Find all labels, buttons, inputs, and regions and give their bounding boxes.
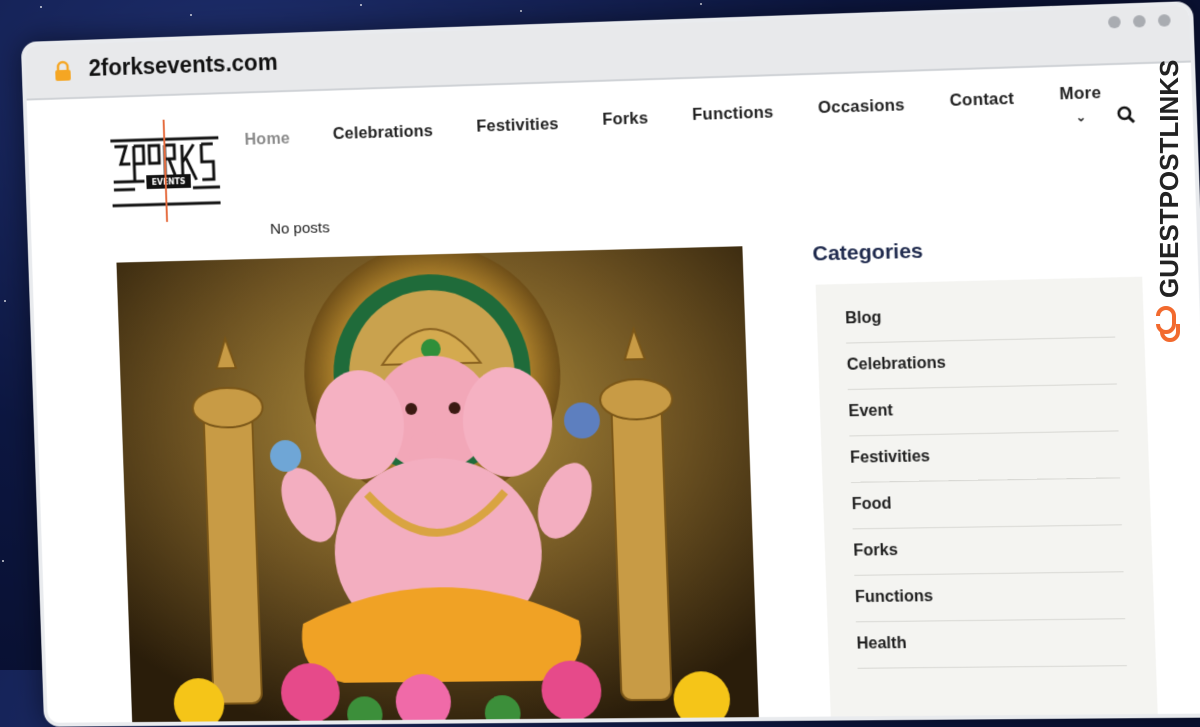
categories-heading: Categories [812,239,924,266]
lock-icon [52,60,74,81]
window-dot[interactable] [1107,15,1121,29]
nav-occasions[interactable]: Occasions [818,96,905,118]
no-posts-text: No posts [269,219,330,238]
main-nav: Home Celebrations Festivities Forks Func… [244,84,1148,150]
browser-window: 2forksevents.com EVENTS Home Celebration… [20,1,1200,727]
browser-mockup: 2forksevents.com EVENTS Home Celebration… [20,1,1200,727]
nav-home[interactable]: Home [244,130,290,150]
category-functions[interactable]: Functions [854,571,1126,623]
guestpostlinks-watermark: GUESTPOSTLINKS [1154,60,1184,342]
category-food[interactable]: Food [850,477,1122,530]
chevron-down-icon: ⌄ [1075,109,1087,125]
nav-functions[interactable]: Functions [692,103,774,125]
nav-forks[interactable]: Forks [602,109,649,129]
link-icon [1156,306,1180,342]
search-icon[interactable] [1116,105,1135,124]
nav-festivities[interactable]: Festivities [476,115,559,136]
window-controls [1107,14,1171,29]
hero-image [116,246,759,725]
category-health[interactable]: Health [855,618,1127,669]
url-text[interactable]: 2forksevents.com [88,49,278,82]
window-dot[interactable] [1157,14,1171,27]
watermark-text: GUESTPOSTLINKS [1154,60,1184,298]
category-blog[interactable]: Blog [844,289,1116,344]
nav-contact[interactable]: Contact [949,90,1014,111]
nav-celebrations[interactable]: Celebrations [332,122,433,144]
categories-list: Blog Celebrations Event Festivities Food… [815,276,1158,719]
nav-more-label: More [1059,83,1102,104]
category-event[interactable]: Event [847,383,1119,437]
category-celebrations[interactable]: Celebrations [846,336,1117,391]
nav-more[interactable]: More ⌄ [1059,84,1102,125]
window-dot[interactable] [1132,14,1146,28]
category-forks[interactable]: Forks [852,524,1124,576]
category-festivities[interactable]: Festivities [849,430,1121,483]
logo-subtext: EVENTS [152,177,186,187]
page-content: EVENTS Home Celebrations Festivities For… [27,63,1200,725]
site-logo[interactable]: EVENTS [104,118,227,224]
